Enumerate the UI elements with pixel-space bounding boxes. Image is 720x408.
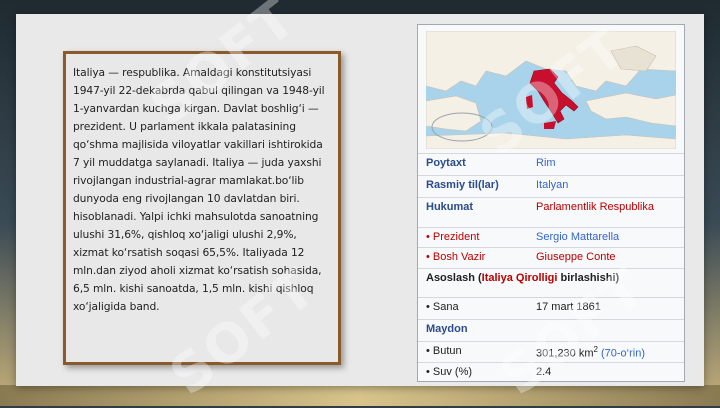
row-poytaxt: Poytaxt Rim <box>418 153 684 174</box>
asoslash-pre: Asoslash ( <box>426 272 482 284</box>
row-asoslash: Asoslash (Italiya Qirolligi birlashishi) <box>418 268 684 289</box>
suv-label: • Suv (%) <box>426 366 473 378</box>
vazir-link[interactable]: Giuseppe Conte <box>536 251 616 263</box>
row-sana: • Sana 17 mart 1861 <box>418 297 684 318</box>
row-suv: • Suv (%) 2.4 <box>418 362 684 381</box>
maydon-label[interactable]: Maydon <box>426 323 468 335</box>
vazir-label[interactable]: • Bosh Vazir <box>426 251 485 263</box>
row-vazir: • Bosh Vazir Giuseppe Conte <box>418 247 684 268</box>
sana-value: 17 mart 1861 <box>536 301 601 313</box>
infobox: Poytaxt Rim Rasmiy til(lar) Italyan Huku… <box>417 24 685 382</box>
asoslash-post: birlashishi) <box>557 272 620 284</box>
map-svg <box>426 31 676 149</box>
asoslash-heading: Asoslash (Italiya Qirolligi birlashishi) <box>426 272 619 284</box>
hukumat-link[interactable]: Parlamentlik Respublika <box>536 201 654 213</box>
poytaxt-link[interactable]: Rim <box>536 157 556 169</box>
sana-label: • Sana <box>426 301 459 313</box>
til-link[interactable]: Italyan <box>536 179 568 191</box>
prezident-link[interactable]: Sergio Mattarella <box>536 231 619 243</box>
suv-value: 2.4 <box>536 366 552 378</box>
sardinia-shape <box>526 95 533 109</box>
butun-value-wrap: 301,230 km2 (70-o‘rin) <box>536 345 645 360</box>
row-maydon: Maydon <box>418 319 684 340</box>
paragraph-text: Italiya — respublika. Amaldagi konstitut… <box>73 66 325 313</box>
til-label[interactable]: Rasmiy til(lar) <box>426 179 499 191</box>
butun-rank-link[interactable]: (70-o‘rin) <box>598 348 645 360</box>
row-hukumat: Hukumat Parlamentlik Respublika <box>418 197 684 218</box>
hukumat-label[interactable]: Hukumat <box>426 201 473 213</box>
asoslash-link[interactable]: Italiya Qirolligi <box>482 272 558 284</box>
row-prezident: • Prezident Sergio Mattarella <box>418 227 684 248</box>
butun-label: • Butun <box>426 345 462 357</box>
row-til: Rasmiy til(lar) Italyan <box>418 175 684 196</box>
text-box: Italiya — respublika. Amaldagi konstitut… <box>63 51 341 365</box>
bottom-decor-bar <box>0 385 720 406</box>
europe-map <box>426 31 676 149</box>
prezident-label[interactable]: • Prezident <box>426 231 479 243</box>
row-butun: • Butun 301,230 km2 (70-o‘rin) <box>418 341 684 362</box>
butun-value: 301,230 km <box>536 347 594 360</box>
poytaxt-label: Poytaxt <box>426 157 466 169</box>
